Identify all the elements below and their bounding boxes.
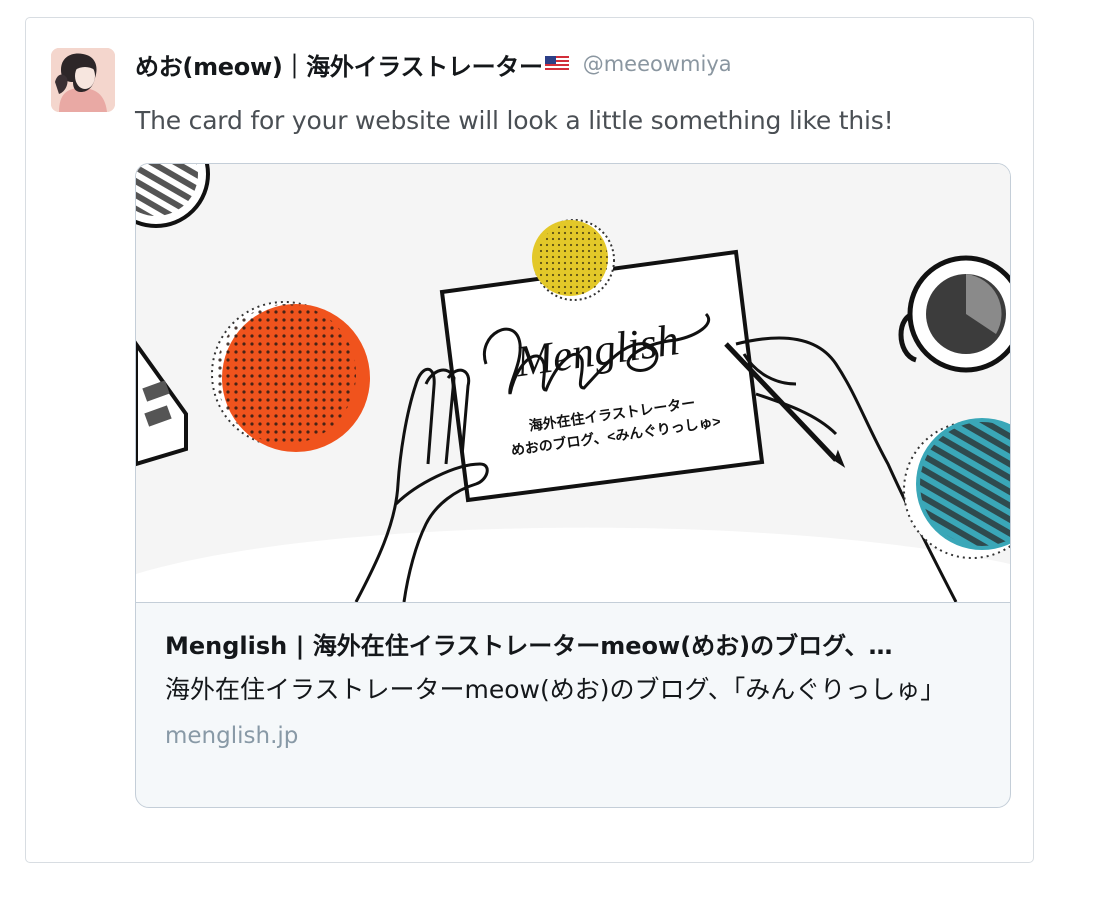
card-body: Menglish | 海外在住イラストレーターmeow(めお)のブログ、… 海外… xyxy=(165,626,985,749)
us-flag-icon xyxy=(544,56,569,72)
card-image[interactable]: Menglish 海外在住イラストレーター めおのブログ、<みんぐりっしゅ> xyxy=(136,164,1010,602)
handle[interactable]: @meeowmiya xyxy=(583,52,732,76)
yellow-dot-circle xyxy=(532,219,615,301)
card-divider xyxy=(136,602,1010,603)
link-preview-card[interactable]: Menglish 海外在住イラストレーター めおのブログ、<みんぐりっしゅ> M… xyxy=(135,163,1011,808)
paper-sheet: Menglish 海外在住イラストレーター めおのブログ、<みんぐりっしゅ> xyxy=(439,249,765,503)
card-domain[interactable]: menglish.jp xyxy=(165,723,985,749)
card-title[interactable]: Menglish | 海外在住イラストレーターmeow(めお)のブログ、… xyxy=(165,626,985,661)
avatar-illustration xyxy=(51,48,115,112)
avatar[interactable] xyxy=(51,48,115,112)
card-description: 海外在住イラストレーターmeow(めお)のブログ、「みんぐりっしゅ」 xyxy=(165,675,946,704)
tweet-header: めお(meow)｜海外イラストレーター @meeowmiya xyxy=(135,47,732,81)
display-name[interactable]: めお(meow)｜海外イラストレーター xyxy=(135,47,543,82)
tweet-text: The card for your website will look a li… xyxy=(135,106,894,135)
tweet-card: めお(meow)｜海外イラストレーター @meeowmiya The card … xyxy=(25,17,1034,863)
